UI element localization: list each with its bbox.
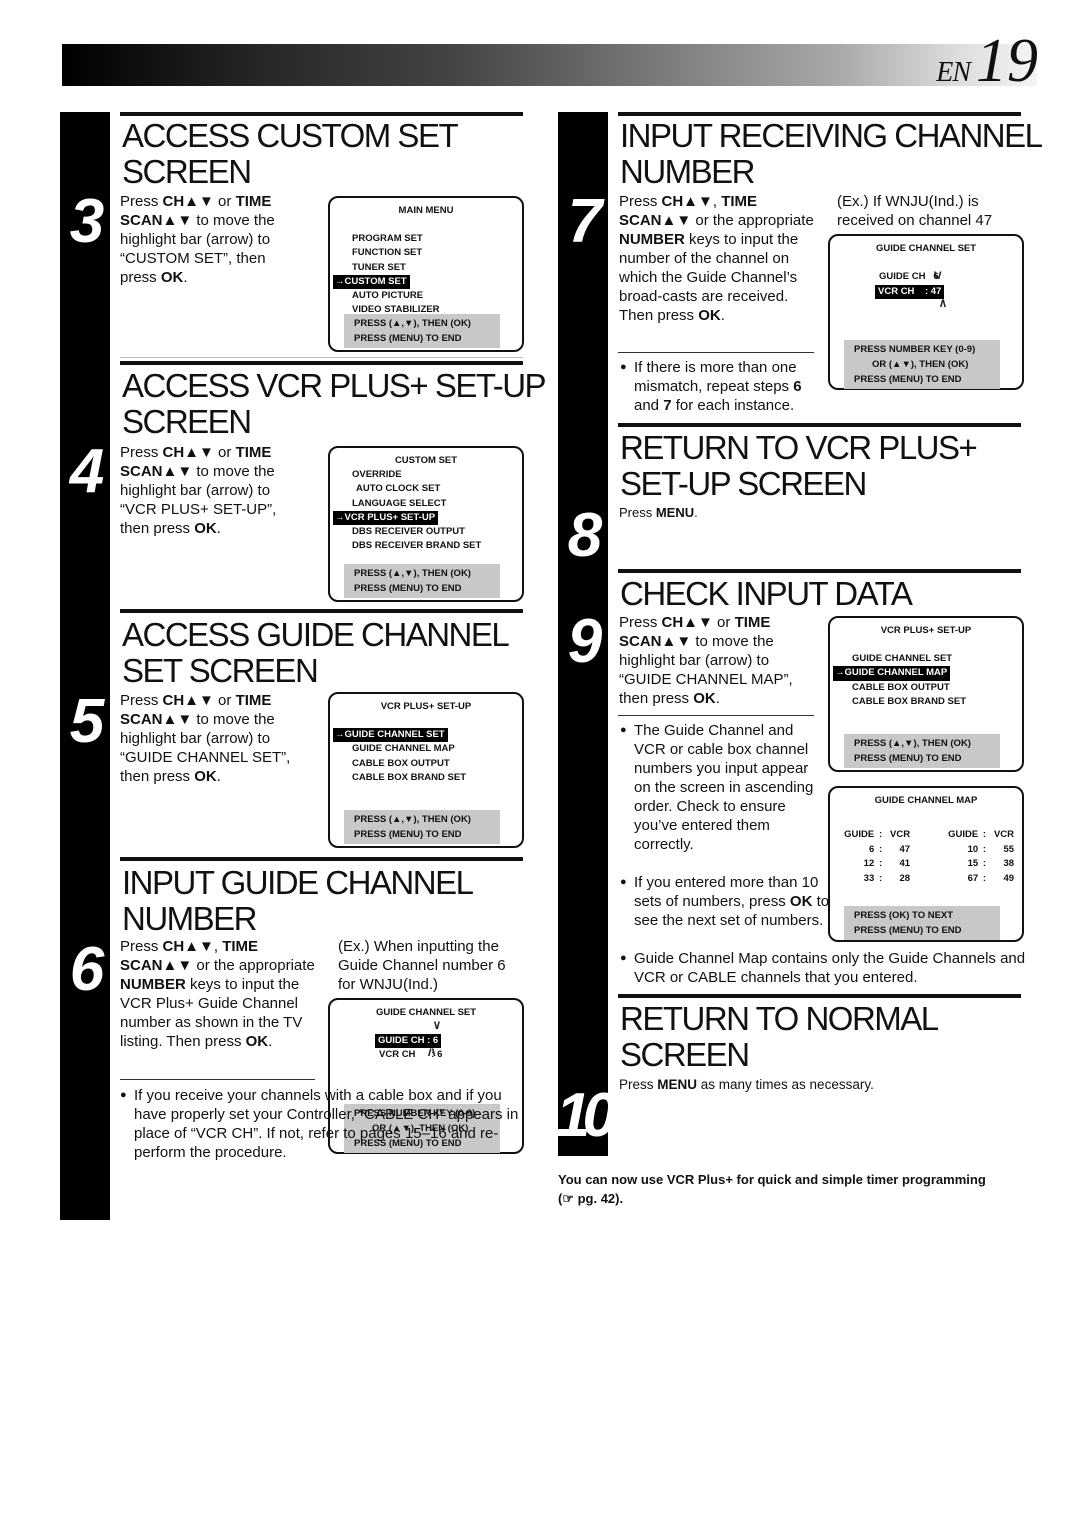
step-title: ACCESS CUSTOM SET SCREEN [122,117,459,190]
page-label: EN19 [936,30,1038,92]
osd-menu-item: →VCR PLUS+ SET-UP [330,510,522,526]
osd-vcr-plus-setup: VCR PLUS+ SET-UP →GUIDE CHANNEL SET GUIDE … [328,692,524,848]
note-map-contents: Guide Channel Map contains only the Guid… [620,949,1042,987]
step-number: 4 [69,437,104,506]
map-row: 6:47 10:55 [868,843,1015,855]
osd-menu-item: PROGRAM SET [352,233,423,245]
osd-main-menu: MAIN MENU PROGRAM SET FUNCTION SET TUNER SE… [328,196,524,352]
blink-indicator-icon: // \\ [428,1048,436,1059]
step-number: 5 [69,687,104,756]
osd-menu-item: CABLE BOX BRAND SET [852,695,967,707]
divider [618,112,1021,116]
divider [120,357,523,358]
osd-menu-item: CABLE BOX OUTPUT [852,681,950,693]
map-row: 12:41 15:38 [863,858,1015,869]
note-cable-box: If you receive your channels with a cabl… [120,1086,529,1162]
step-title: RETURN TO VCR PLUS+ SET-UP SCREEN [620,429,978,502]
osd-selected-item: →GUIDE CHANNEL SET [333,728,448,743]
blink-indicator-icon: \\ // [434,1021,440,1032]
osd-selected-item: →GUIDE CHANNEL MAP [833,666,951,681]
osd-menu-item: →GUIDE CHANNEL SET [330,728,522,743]
step-instruction: Press CH▲▼, TIME SCAN▲▼ or the appropria… [120,938,315,1050]
osd-title: VCR PLUS+ SET-UP [880,625,972,636]
osd-menu-item: TUNER SET [352,261,406,273]
divider [120,361,523,365]
osd-guide-channel-set: GUIDE CHANNEL SET GUIDE CH 6 VCR CH : 47… [828,234,1024,390]
note-mismatch: If there is more than one mismatch, repe… [620,358,824,415]
osd-menu-item: LANGUAGE SELECT [352,497,447,509]
language-label: EN [936,57,971,88]
step-title: ACCESS VCR PLUS+ SET-UP SCREEN [122,367,547,440]
osd-title: MAIN MENU [398,205,454,216]
vcr-ch-row: VCR CH : 47 [875,285,945,300]
header-gradient-bar [62,44,1037,86]
step-instruction: Press CH▲▼ or TIME SCAN▲▼ to move the hi… [120,444,277,537]
osd-menu-item: CABLE BOX BRAND SET [352,771,467,783]
guide-ch-row: GUIDE CH 6 [879,271,939,282]
closing-note: You can now use VCR Plus+ for quick and … [558,1172,986,1206]
osd-menu-item: GUIDE CHANNEL SET [852,653,953,665]
step-instruction: Press CH▲▼ or TIME SCAN▲▼ to move the hi… [120,692,291,785]
step-number: 7 [567,187,602,256]
osd-instructions: PRESS (▲,▼), THEN (OK) PRESS (MENU) TO EN… [844,734,1000,768]
divider [618,352,814,353]
step-instruction: Press MENU as many times as necessary. [619,1077,874,1092]
map-row: 33:28 67:49 [863,872,1015,884]
example-text: (Ex.) When inputting the Guide Channel n… [338,938,506,993]
step-number: 10 [556,1081,617,1150]
osd-vcr-plus-setup: VCR PLUS+ SET-UP GUIDE CHANNEL SET →GUIDE … [828,616,1024,772]
step-number: 3 [69,187,104,256]
step-number: 9 [567,607,602,676]
osd-instructions: PRESS (▲,▼), THEN (OK) PRESS (MENU) TO EN… [344,314,500,348]
step-instruction: Press CH▲▼, TIME SCAN▲▼ or the appropria… [619,193,814,324]
osd-menu-item: DBS RECEIVER OUTPUT [352,526,465,538]
blink-indicator-icon: // \\ [940,299,946,310]
osd-menu-item: →GUIDE CHANNEL MAP [830,666,1022,681]
osd-instructions: PRESS (OK) TO NEXT PRESS (MENU) TO END [844,906,1000,940]
osd-menu-item: →CUSTOM SET [330,274,522,290]
divider [120,1079,315,1080]
step-title: RETURN TO NORMAL SCREEN [620,1000,939,1073]
step-instruction: Press MENU. [619,505,698,520]
osd-selected-item: →VCR PLUS+ SET-UP [333,510,439,526]
note-ascending-order: The Guide Channel and VCR or cable box c… [620,721,824,854]
osd-guide-channel-map: GUIDE CHANNEL MAP GUIDE: VCR GUIDE: VCR 6:47… [828,786,1024,942]
example-text: (Ex.) If WNJU(Ind.) is received on chann… [837,193,993,229]
divider [618,569,1021,573]
osd-menu-item: FUNCTION SET [352,247,423,259]
osd-title: CUSTOM SET [394,455,458,466]
step-title: ACCESS GUIDE CHANNEL SET SCREEN [122,616,510,689]
map-row: GUIDE: VCR GUIDE: VCR [844,829,1015,840]
divider [120,609,523,613]
osd-instructions: PRESS NUMBER KEY (0-9) OR (▲▼), THEN (OK… [844,340,1000,389]
note-more-than-ten: If you entered more than 10 sets of numb… [620,873,832,930]
divider [120,112,523,116]
osd-instructions: PRESS (▲,▼), THEN (OK) PRESS (MENU) TO EN… [344,564,500,598]
step-title: INPUT GUIDE CHANNEL NUMBER [122,864,474,937]
osd-menu-item: AUTO PICTURE [352,290,424,302]
divider [120,857,523,861]
step-title: INPUT RECEIVING CHANNEL NUMBER [620,117,1043,190]
osd-title: VCR PLUS+ SET-UP [380,701,472,712]
page-number: 19 [976,27,1038,95]
divider [618,423,1021,427]
step-number: 8 [567,501,602,570]
osd-custom-set: CUSTOM SET OVERRIDE AUTO CLOCK SET LANGUAGE… [328,446,524,602]
osd-menu-item: OVERRIDE [352,469,402,481]
step-title: CHECK INPUT DATA [620,575,913,612]
divider [618,715,814,716]
guide-channel-map-table: GUIDE: VCR GUIDE: VCR 6:47 10:55 12:41 15:38 33:… [842,828,1014,886]
blink-indicator-icon: \\ // [934,271,942,282]
osd-selected-item: →CUSTOM SET [333,274,410,290]
step-instruction: Press CH▲▼ or TIME SCAN▲▼ to move the hi… [619,614,793,707]
osd-menu-item: CABLE BOX OUTPUT [352,757,450,769]
divider [618,994,1021,998]
left-step-bar [60,112,110,1220]
osd-menu-item: DBS RECEIVER BRAND SET [352,540,482,552]
osd-menu-item: GUIDE CHANNEL MAP [352,743,455,755]
osd-menu-item: AUTO CLOCK SET [356,483,441,495]
step-instruction: Press CH▲▼ or TIME SCAN▲▼ to move the hi… [120,193,275,286]
step-number: 6 [69,935,104,1004]
osd-instructions: PRESS (▲,▼), THEN (OK) PRESS (MENU) TO EN… [344,810,500,844]
